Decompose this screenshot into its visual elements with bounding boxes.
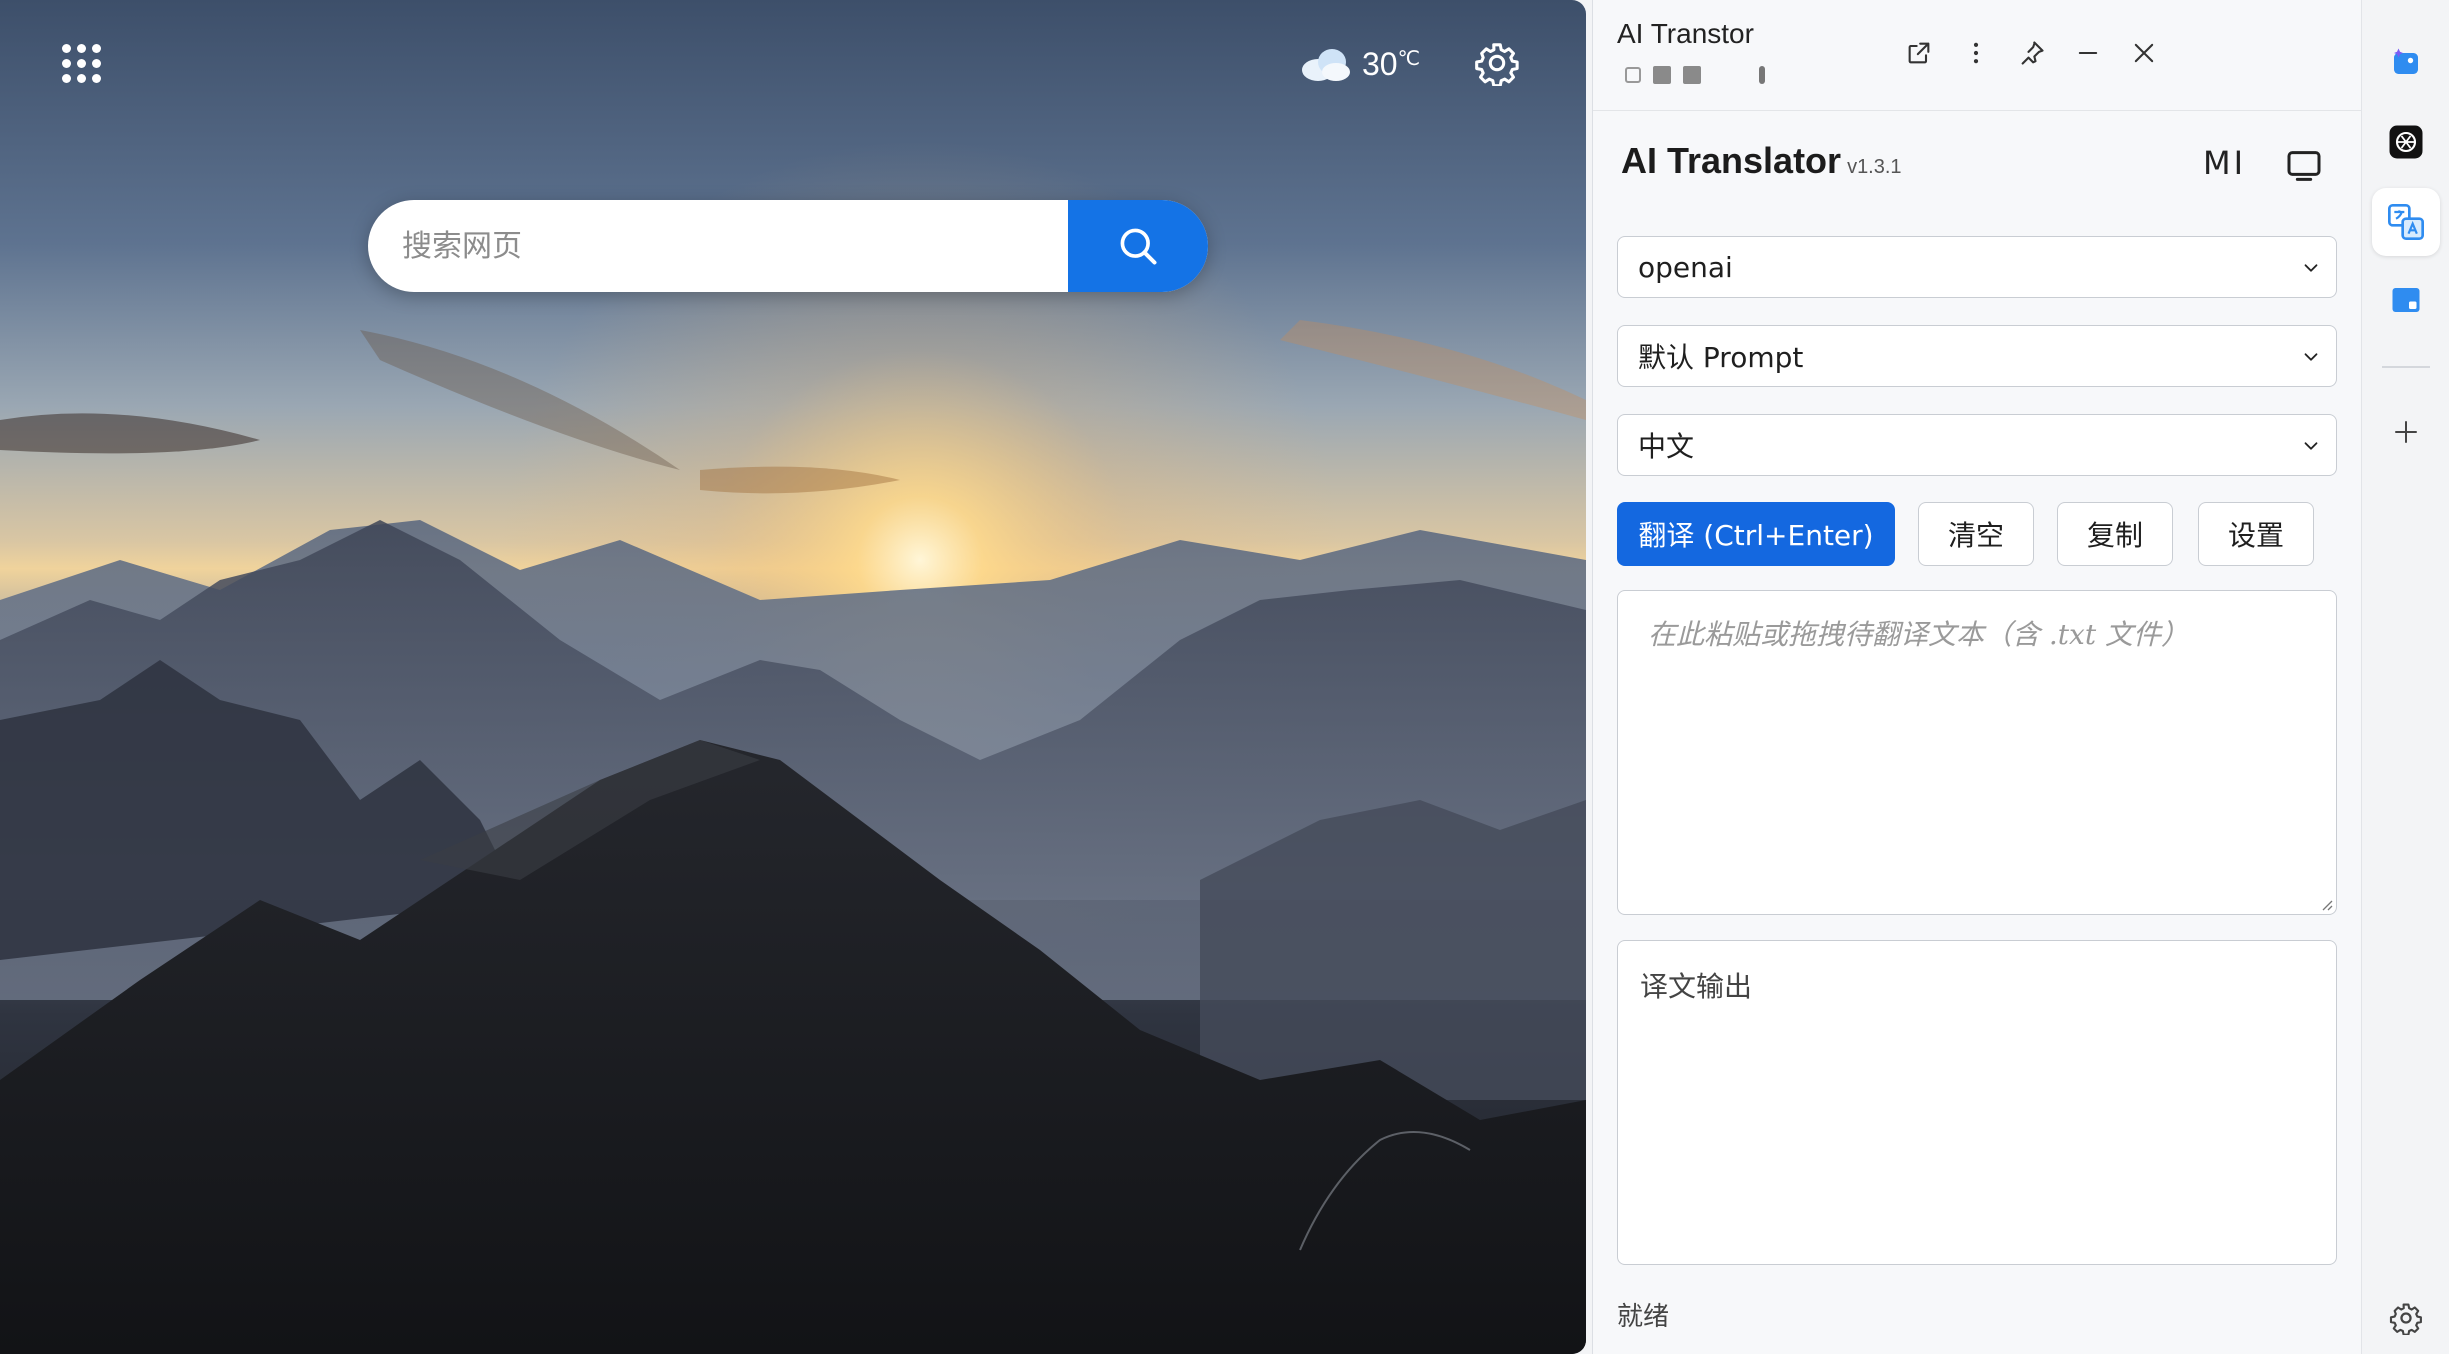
prompt-select[interactable]: 默认 Prompt	[1617, 325, 2337, 387]
pin-icon	[2021, 41, 2044, 65]
block-icon	[1653, 66, 1671, 84]
newtab-settings-gear-icon[interactable]	[1474, 40, 1520, 86]
provider-select-value: openai	[1638, 250, 1733, 284]
chevron-down-icon	[2304, 264, 2318, 272]
sidebar-item-ai-image[interactable]	[2378, 34, 2434, 90]
cloud-icon	[1302, 49, 1350, 81]
new-tab-page: 30℃	[0, 0, 1586, 1354]
weather-widget[interactable]: 30℃	[1300, 42, 1420, 86]
sparkle-image-icon	[2394, 48, 2418, 74]
translate-button[interactable]: 翻译 (Ctrl+Enter)	[1617, 502, 1895, 566]
resize-grip-icon[interactable]	[2319, 897, 2333, 911]
provider-select[interactable]: openai	[1617, 236, 2337, 298]
chevron-down-icon	[2304, 353, 2318, 361]
sidebar-settings-button[interactable]	[2378, 1290, 2434, 1346]
source-text-input[interactable]	[1618, 591, 2336, 914]
chatgpt-icon	[2389, 125, 2423, 159]
status-text: 就绪	[1617, 1302, 1670, 1332]
app-title: AI Translator v1.3.1	[1621, 140, 1902, 181]
sidebar-item-notes[interactable]	[2378, 272, 2434, 328]
window-subtitle-icons	[1625, 66, 1765, 84]
screen-icon[interactable]	[2283, 146, 2325, 186]
close-button[interactable]	[2123, 32, 2165, 74]
settings-button[interactable]: 设置	[2198, 502, 2314, 566]
pin-button[interactable]	[2011, 32, 2053, 74]
window-title: AI Transtor	[1617, 18, 1754, 49]
panel-titlebar: AI Transtor	[1593, 0, 2362, 111]
copy-button[interactable]: 复制	[2057, 502, 2173, 566]
minimize-button[interactable]	[2067, 32, 2109, 74]
language-select[interactable]: 中文	[1617, 414, 2337, 476]
mi-button[interactable]: MI	[2203, 144, 2246, 182]
close-icon	[2134, 43, 2154, 63]
translate-icon	[2388, 204, 2424, 240]
language-select-value: 中文	[1638, 430, 1695, 463]
block-icon	[1759, 66, 1765, 84]
apps-grid-button[interactable]	[60, 42, 104, 86]
clear-button[interactable]: 清空	[1918, 502, 2034, 566]
source-text-area	[1617, 590, 2337, 915]
translation-output-area[interactable]: 译文输出	[1617, 940, 2337, 1265]
prompt-select-value: 默认 Prompt	[1638, 341, 1804, 374]
minimize-icon	[2078, 51, 2098, 55]
app-version: v1.3.1	[1847, 156, 1902, 178]
sidebar-add-button[interactable]	[2378, 404, 2434, 460]
sidebar-item-translator[interactable]	[2372, 188, 2440, 256]
sidebar-divider	[2382, 366, 2430, 368]
gear-icon	[2389, 1303, 2422, 1335]
more-options-button[interactable]	[1955, 32, 1997, 74]
search-icon	[1120, 228, 1157, 265]
plus-icon	[2395, 421, 2417, 443]
translator-panel: AI Transtor AI Translator v1.3.1 MI open…	[1592, 0, 2362, 1354]
open-external-button[interactable]	[1898, 32, 1940, 74]
search-input[interactable]	[368, 200, 1102, 292]
web-search-bar	[368, 200, 1208, 292]
sidebar-item-chatgpt[interactable]	[2378, 114, 2434, 170]
chevron-down-icon	[2304, 442, 2318, 450]
browser-sidebar	[2361, 0, 2449, 1354]
more-vertical-icon	[1973, 42, 1979, 64]
lock-icon	[1625, 67, 1641, 83]
translation-output-placeholder: 译文输出	[1640, 970, 1753, 1003]
open-external-icon	[1908, 42, 1930, 64]
weather-temperature: 30℃	[1362, 45, 1421, 82]
block-icon	[1683, 66, 1701, 84]
note-icon	[2392, 288, 2420, 312]
search-button[interactable]	[1068, 200, 1208, 292]
